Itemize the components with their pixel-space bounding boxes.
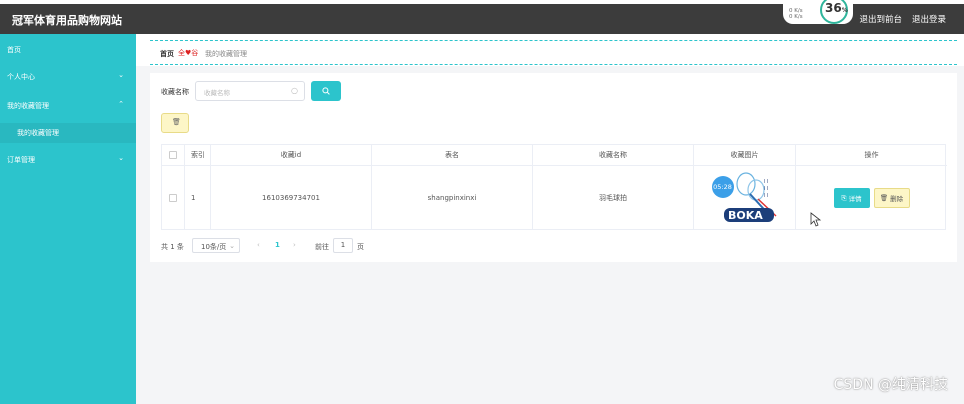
svg-text:ꞁ ꞁ: ꞁ ꞁ <box>764 192 768 198</box>
top-actions: 退出到前台 退出登录 <box>859 13 946 25</box>
row-select-cell <box>162 166 185 230</box>
row-table-name: shangpinxinxi <box>372 166 533 230</box>
sidebar: 首页 个人中心 ⌄ 我的收藏管理 ⌃ 我的收藏管理 订单管理 ⌄ <box>0 34 136 404</box>
breadcrumb-current: 我的收藏管理 <box>205 50 247 58</box>
chevron-down-icon: ⌄ <box>229 242 235 250</box>
bulk-delete-button[interactable]: 🗑 <box>161 113 189 133</box>
page-number-button[interactable]: 1 <box>275 241 280 249</box>
table-row: 1 1610369734701 shangpinxinxi 羽毛球拍 ꞁ ꞁ ꞁ… <box>162 166 947 230</box>
next-page-button[interactable]: › <box>293 241 296 249</box>
column-header: 索引 <box>185 145 211 165</box>
sidebar-item-label: 我的收藏管理 <box>7 102 49 110</box>
row-checkbox[interactable] <box>169 194 177 202</box>
column-header: 操作 <box>864 151 879 159</box>
trash-icon: 🗑 <box>172 118 181 126</box>
main-panel: 收藏名称 收藏名称 ○ 🗑 索引 收藏id 表名 收藏名称 收藏图片 操作 1 … <box>150 73 957 262</box>
detail-button[interactable]: ⎘ 详情 <box>833 188 870 208</box>
sidebar-item-favorites[interactable]: 我的收藏管理 ⌃ <box>0 96 136 116</box>
sidebar-item-label: 首页 <box>7 46 21 54</box>
logout-link[interactable]: 退出登录 <box>912 13 946 25</box>
sidebar-item-personal-center[interactable]: 个人中心 ⌄ <box>0 67 136 87</box>
page-size-value: 10条/页 <box>201 243 227 251</box>
delete-button[interactable]: 🗑 删除 <box>873 188 910 208</box>
row-index: 1 <box>185 166 211 230</box>
search-icon <box>322 87 330 95</box>
column-header: 收藏图片 <box>694 145 796 165</box>
breadcrumb-home[interactable]: 首页 <box>160 49 174 59</box>
back-to-frontend-link[interactable]: 退出到前台 <box>859 13 902 25</box>
page-suffix: 页 <box>357 243 364 251</box>
breadcrumb: 首页 全♥谷 我的收藏管理 <box>150 40 957 65</box>
chevron-up-icon: ⌃ <box>118 100 124 108</box>
select-all-checkbox[interactable] <box>169 151 177 159</box>
image-time-badge: 05:28 <box>711 176 734 198</box>
mouse-cursor-icon <box>810 212 822 227</box>
column-header: 表名 <box>372 145 533 165</box>
download-speed: 0 K/s <box>789 14 803 20</box>
row-favorite-name: 羽毛球拍 <box>533 166 694 230</box>
page-size-select[interactable]: 10条/页 ⌄ <box>192 238 240 253</box>
column-header: 收藏id <box>211 145 372 165</box>
watermark: CSDN @纯清科技 <box>833 377 948 393</box>
prev-page-button[interactable]: ‹ <box>257 241 260 249</box>
site-title: 冠军体育用品购物网站 <box>12 14 122 27</box>
sidebar-item-label: 我的收藏管理 <box>17 129 59 137</box>
sidebar-item-my-favorites[interactable]: 我的收藏管理 <box>0 123 136 143</box>
favorites-table: 索引 收藏id 表名 收藏名称 收藏图片 操作 1 1610369734701 … <box>161 144 947 230</box>
document-icon: ⎘ <box>841 193 849 202</box>
search-icon: ○ <box>291 86 298 95</box>
search-label: 收藏名称 <box>161 88 189 96</box>
table-header: 索引 收藏id 表名 收藏名称 收藏图片 操作 <box>162 145 947 166</box>
top-bar: 冠军体育用品购物网站 0 K/s 0 K/s 36% 退出到前台 退出登录 <box>0 0 964 34</box>
goto-page-input[interactable]: 1 <box>333 238 353 253</box>
chevron-down-icon: ⌄ <box>118 154 124 162</box>
pagination-total: 共 1 条 <box>161 243 184 251</box>
speed-percent: 36% <box>825 1 848 15</box>
svg-text:BOKA: BOKA <box>728 209 763 222</box>
trash-icon: 🗑 <box>879 194 891 202</box>
chevron-down-icon: ⌄ <box>118 71 124 79</box>
search-input[interactable]: 收藏名称 ○ <box>195 81 305 101</box>
search-placeholder: 收藏名称 <box>204 89 230 97</box>
search-button[interactable] <box>311 81 341 101</box>
row-actions: ⎘ 详情 🗑 删除 <box>833 188 910 208</box>
heart-icon: 全♥谷 <box>178 49 199 57</box>
network-speed-widget: 0 K/s 0 K/s 36% <box>783 0 853 24</box>
select-all-cell <box>162 145 185 165</box>
sidebar-item-label: 个人中心 <box>7 73 35 81</box>
row-image-cell: ꞁ ꞁ ꞁ ꞁ ꞁ ꞁ BOKA 05:28 <box>694 166 796 230</box>
goto-label: 前往 <box>315 243 329 251</box>
row-favorite-id: 1610369734701 <box>211 166 372 230</box>
svg-text:ꞁ ꞁ: ꞁ ꞁ <box>764 185 768 191</box>
column-header: 收藏名称 <box>533 145 694 165</box>
sidebar-item-orders[interactable]: 订单管理 ⌄ <box>0 150 136 170</box>
sidebar-item-home[interactable]: 首页 <box>0 40 136 60</box>
badminton-racket-image[interactable]: ꞁ ꞁ ꞁ ꞁ ꞁ ꞁ BOKA 05:28 <box>710 172 780 224</box>
svg-text:ꞁ ꞁ: ꞁ ꞁ <box>764 178 768 184</box>
sidebar-item-label: 订单管理 <box>7 156 35 164</box>
speed-readout: 0 K/s 0 K/s <box>789 8 803 20</box>
